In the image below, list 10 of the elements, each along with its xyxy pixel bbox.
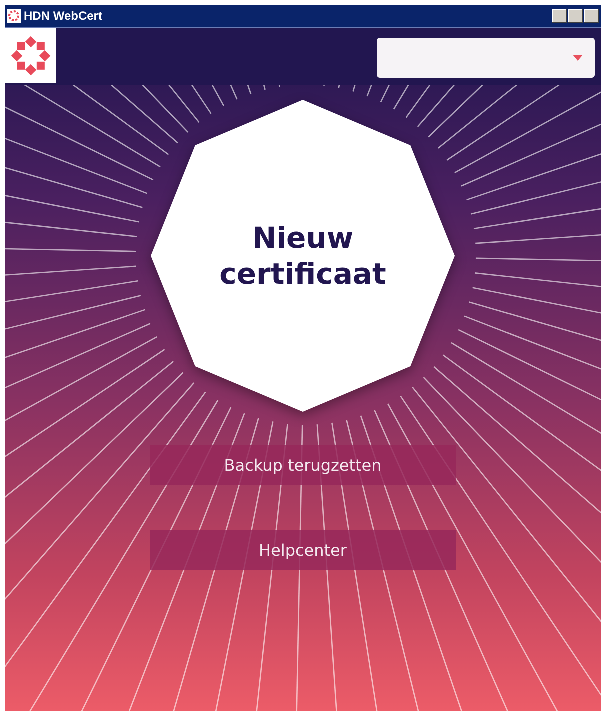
logo-icon bbox=[5, 28, 56, 83]
restore-backup-button[interactable]: Backup terugzetten bbox=[150, 445, 456, 485]
helpcenter-button[interactable]: Helpcenter bbox=[150, 530, 456, 570]
app-logo-icon bbox=[7, 9, 21, 23]
minimize-button[interactable] bbox=[552, 9, 567, 23]
new-certificate-button[interactable]: Nieuw certificaat bbox=[151, 100, 455, 412]
close-button[interactable] bbox=[584, 9, 599, 23]
window-title: HDN WebCert bbox=[24, 9, 104, 23]
caret-icon bbox=[573, 55, 583, 61]
maximize-button[interactable] bbox=[568, 9, 583, 23]
